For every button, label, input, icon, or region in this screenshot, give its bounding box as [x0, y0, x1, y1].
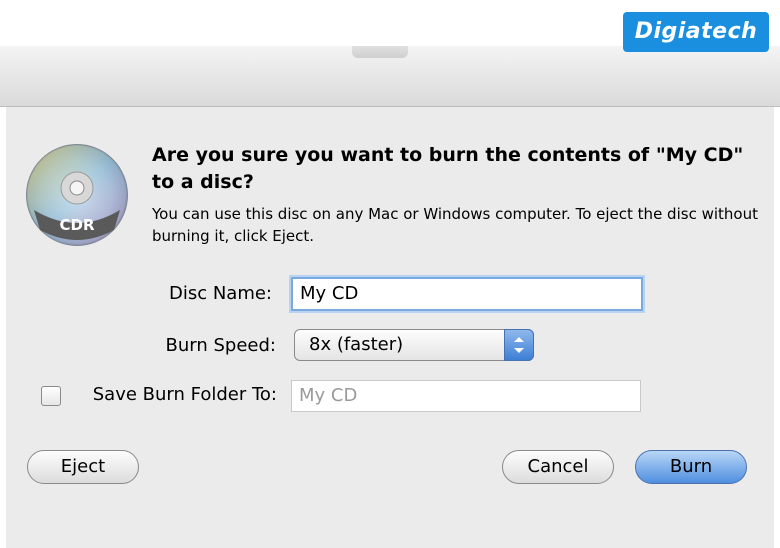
save-burn-folder-label: Save Burn Folder To: — [92, 384, 277, 405]
watermark-logo: Digiatech — [623, 12, 769, 52]
sheet-attachment-notch — [352, 46, 408, 58]
cd-label-text: CDR — [59, 216, 94, 234]
save-burn-folder-field[interactable]: My CD — [291, 380, 641, 412]
eject-button[interactable]: Eject — [27, 450, 139, 484]
dialog-title: Are you sure you want to burn the conten… — [152, 144, 744, 193]
burn-button[interactable]: Burn — [635, 450, 747, 484]
burn-speed-popup[interactable]: 8x (faster) — [294, 329, 534, 361]
disc-name-field[interactable]: My CD — [291, 277, 643, 311]
burn-speed-label: Burn Speed: — [165, 335, 276, 356]
popup-arrows-icon — [504, 329, 534, 361]
window-titlebar — [0, 46, 780, 107]
disc-name-label: Disc Name: — [168, 283, 272, 304]
dialog-message: You can use this disc on any Mac or Wind… — [152, 205, 758, 245]
cd-disc-icon: CDR — [26, 144, 128, 246]
burn-speed-value: 8x (faster) — [309, 334, 404, 355]
cancel-button[interactable]: Cancel — [502, 450, 614, 484]
